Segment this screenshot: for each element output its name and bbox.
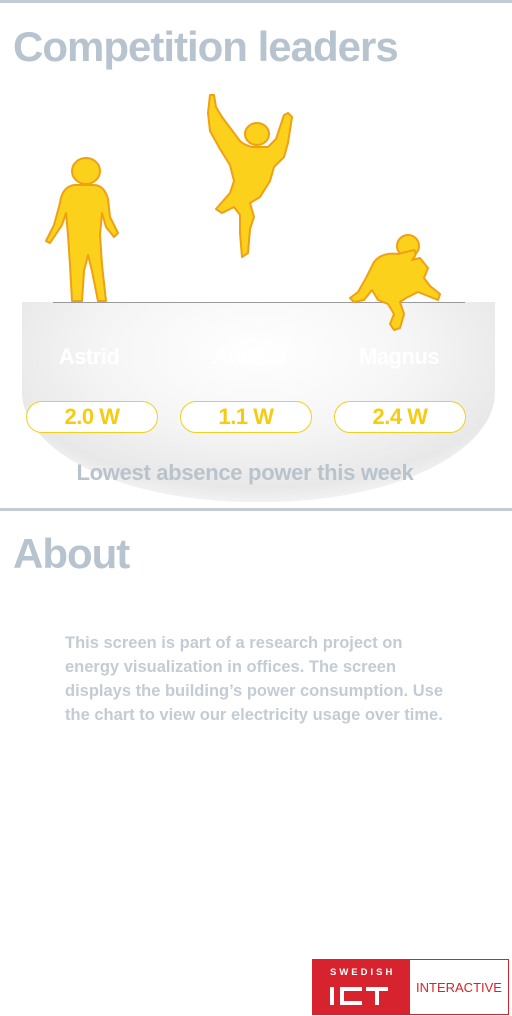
leaders-title: Competition leaders	[13, 23, 399, 70]
leaders-caption: Lowest absence power this week	[76, 460, 414, 485]
leader-name-2: Anders	[212, 344, 286, 369]
top-divider	[0, 0, 512, 3]
jumping-figure-icon	[207, 94, 293, 258]
about-description: This screen is part of a research projec…	[65, 634, 444, 724]
about-title: About	[13, 530, 130, 577]
logo-swedish-text: SWEDISH	[330, 967, 396, 978]
crouching-figure-icon	[349, 234, 441, 331]
leader-power-badge-2: 1.1 W	[180, 401, 312, 433]
leader-name-1: Astrid	[58, 344, 120, 369]
leader-power-badge-3: 2.4 W	[334, 401, 466, 433]
section-divider	[0, 508, 512, 511]
swedish-ict-interactive-logo: SWEDISH INTERACTIVE	[312, 959, 509, 1015]
leader-name-3: Magnus	[358, 344, 440, 369]
logo-interactive-text: INTERACTIVE	[409, 959, 509, 1015]
standing-figure-icon	[45, 157, 119, 302]
leader-power-badge-1: 2.0 W	[26, 401, 158, 433]
ict-mark-icon	[330, 987, 388, 1005]
logo-mark: SWEDISH	[312, 959, 409, 1015]
